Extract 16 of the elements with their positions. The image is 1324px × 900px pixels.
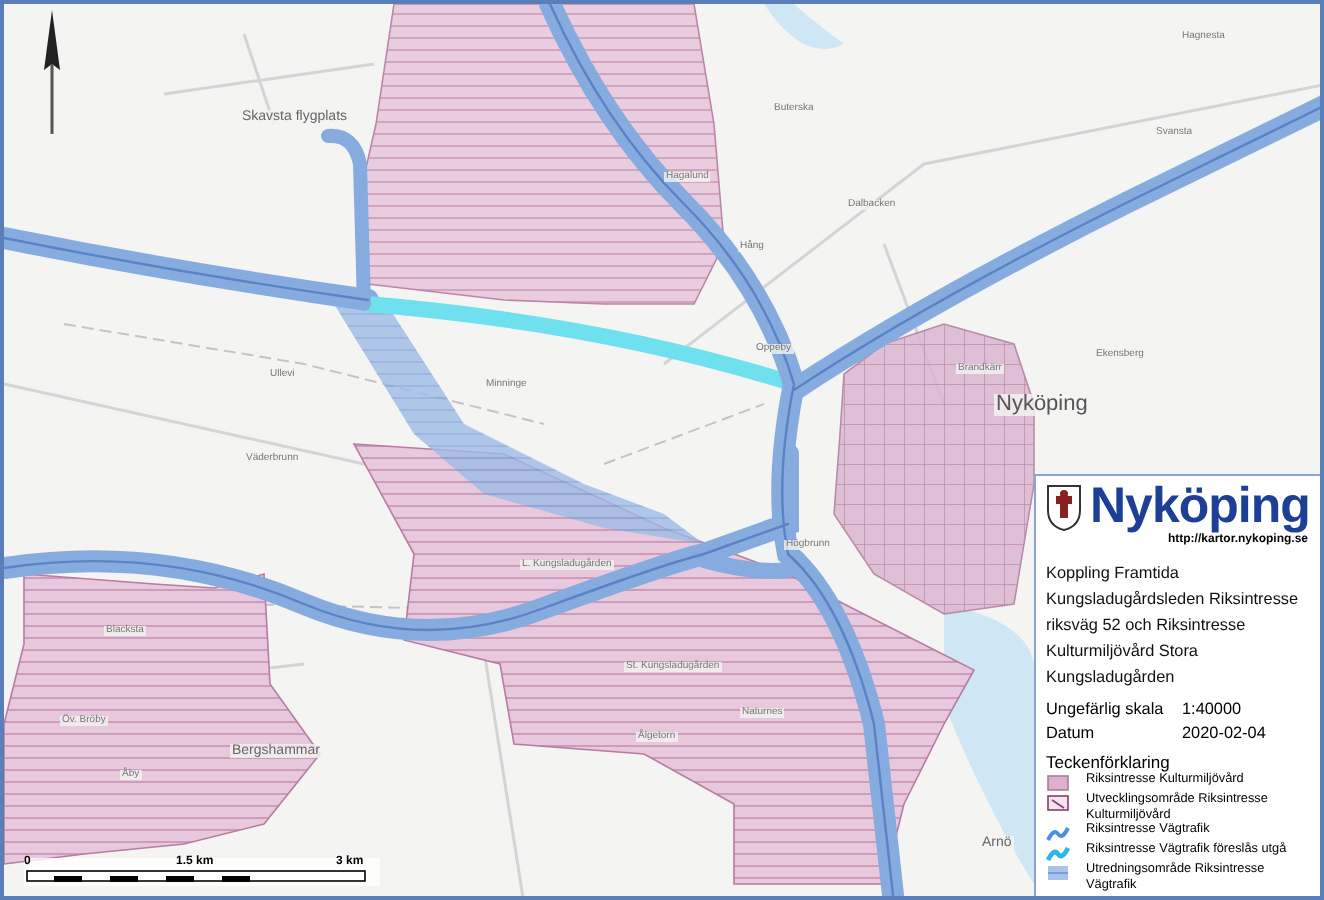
place-label: Nyköping bbox=[994, 394, 1090, 416]
area-swatch-icon bbox=[1046, 774, 1070, 792]
detail-label: Ungefärlig skala bbox=[1046, 698, 1166, 722]
road-line-icon bbox=[1046, 844, 1070, 862]
lake bbox=[764, 4, 844, 49]
detail-value: 2020-02-04 bbox=[1182, 722, 1266, 746]
north-arrow-icon bbox=[42, 10, 62, 134]
coat-of-arms-icon bbox=[1046, 483, 1082, 531]
striped-swatch-icon bbox=[1046, 864, 1070, 882]
hatched-swatch-icon bbox=[1046, 794, 1070, 812]
legend-title: Nyköping bbox=[1090, 482, 1310, 532]
detail-value: 1:40000 bbox=[1182, 698, 1242, 722]
legend-heading: Teckenförklaring bbox=[1046, 752, 1172, 772]
road-line-icon bbox=[1046, 824, 1070, 842]
map-description: Koppling Framtida Kungsladugårdsleden Riksintresse riksväg 52 och Riksintresse Kulturmiljövård Stora Kungsladugården bbox=[1046, 562, 1301, 690]
detail-label: Datum bbox=[1046, 722, 1097, 746]
